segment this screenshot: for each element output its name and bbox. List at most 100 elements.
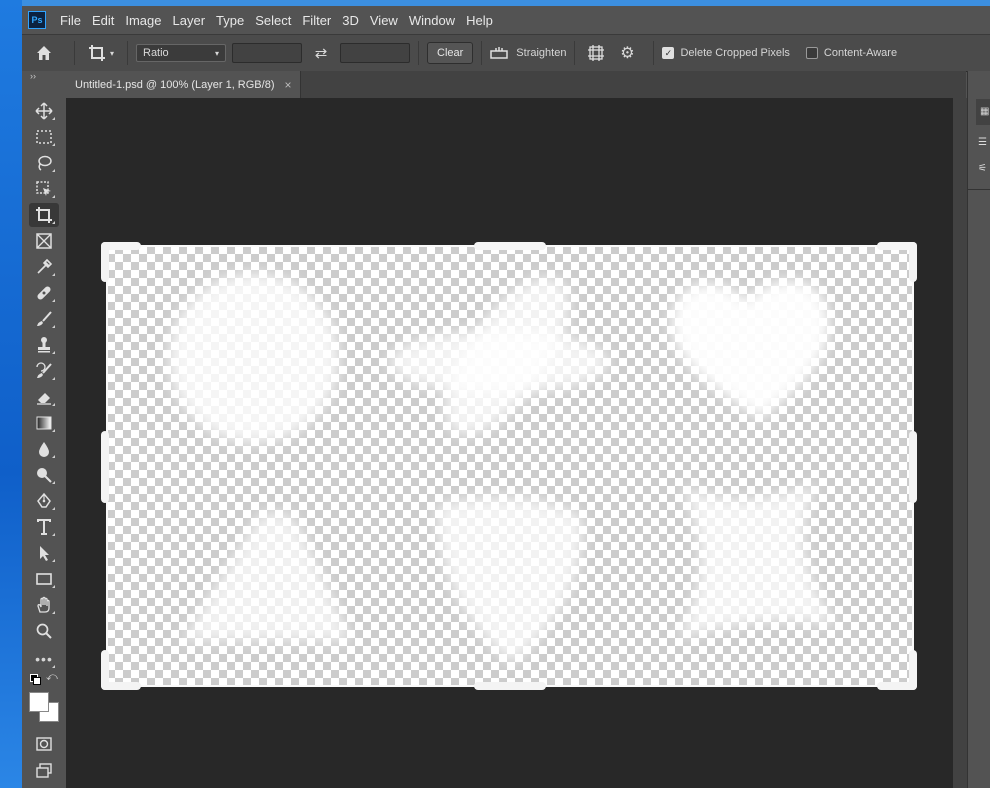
clone-stamp-tool[interactable] bbox=[29, 333, 59, 357]
marquee-icon bbox=[36, 130, 52, 144]
ratio-select-value: Ratio bbox=[143, 47, 169, 59]
crop-handle-bottom[interactable] bbox=[474, 682, 546, 690]
pen-tool[interactable] bbox=[29, 489, 59, 513]
panel-collapse-button[interactable]: ▦ bbox=[976, 99, 990, 125]
default-colors-button[interactable] bbox=[30, 674, 41, 685]
separator bbox=[481, 41, 483, 65]
foreground-color-swatch[interactable] bbox=[29, 692, 49, 712]
home-icon bbox=[37, 46, 51, 60]
photoshop-window: Ps File Edit Image Layer Type Select Fil… bbox=[22, 6, 990, 788]
history-brush-tool[interactable] bbox=[29, 359, 59, 383]
width-field[interactable] bbox=[232, 43, 302, 63]
menu-image[interactable]: Image bbox=[121, 13, 168, 28]
lasso-tool[interactable] bbox=[29, 151, 59, 175]
vertical-scrollbar[interactable] bbox=[953, 98, 967, 788]
menu-view[interactable]: View bbox=[366, 13, 405, 28]
swap-button[interactable]: ⇄ bbox=[302, 44, 340, 62]
crop-handle-top-left-v[interactable] bbox=[101, 242, 109, 282]
crop-preset-button[interactable]: ▾ bbox=[83, 44, 119, 62]
crop-icon bbox=[88, 45, 105, 61]
separator bbox=[968, 189, 990, 190]
grid-icon bbox=[588, 45, 605, 61]
dodge-icon bbox=[37, 468, 52, 483]
path-select-tool[interactable] bbox=[29, 541, 59, 565]
gradient-tool[interactable] bbox=[29, 411, 59, 435]
image-canvas[interactable] bbox=[101, 242, 917, 690]
path-select-icon bbox=[40, 546, 49, 561]
frame-tool[interactable] bbox=[29, 229, 59, 253]
brush-tool[interactable] bbox=[29, 307, 59, 331]
crop-handle-top[interactable] bbox=[474, 242, 546, 250]
gear-icon: ⚙ bbox=[620, 45, 635, 62]
type-tool[interactable] bbox=[29, 515, 59, 539]
ratio-select[interactable]: Ratio ▾ bbox=[136, 44, 226, 62]
straighten-button[interactable]: Straighten bbox=[490, 46, 566, 60]
menu-file[interactable]: File bbox=[56, 13, 88, 28]
rectangle-icon bbox=[36, 573, 52, 585]
properties-icon[interactable]: ☰ bbox=[978, 137, 987, 148]
height-field[interactable] bbox=[340, 43, 410, 63]
marquee-tool[interactable] bbox=[29, 125, 59, 149]
tool-group-indicator bbox=[52, 377, 55, 380]
close-icon[interactable]: × bbox=[284, 78, 291, 92]
crop-handle-right[interactable] bbox=[909, 431, 917, 503]
ps-logo-icon: Ps bbox=[28, 11, 46, 29]
clear-button[interactable]: Clear bbox=[427, 42, 474, 64]
menu-layer[interactable]: Layer bbox=[169, 13, 213, 28]
adjustments-icon[interactable]: ⚟ bbox=[978, 163, 987, 174]
object-select-tool[interactable] bbox=[29, 177, 59, 201]
swap-colors-button[interactable]: ⤺ bbox=[46, 671, 58, 684]
more-icon: ••• bbox=[35, 651, 53, 667]
healing-brush-tool[interactable] bbox=[29, 281, 59, 305]
eyedropper-icon bbox=[37, 258, 53, 274]
tool-group-indicator bbox=[52, 611, 55, 614]
content-aware-checkbox[interactable]: Content-Aware bbox=[805, 47, 897, 59]
checkbox-unchecked-icon bbox=[805, 47, 818, 59]
delete-cropped-checkbox[interactable]: ✓ Delete Cropped Pixels bbox=[662, 47, 790, 59]
crop-tool[interactable] bbox=[29, 203, 59, 227]
history-brush-icon bbox=[36, 362, 52, 378]
dodge-tool[interactable] bbox=[29, 463, 59, 487]
home-button[interactable] bbox=[22, 44, 66, 62]
menu-edit[interactable]: Edit bbox=[88, 13, 121, 28]
menu-select[interactable]: Select bbox=[251, 13, 298, 28]
move-tool[interactable] bbox=[29, 99, 59, 123]
toolbar-collapse-button[interactable]: ›› bbox=[22, 71, 66, 85]
tool-group-indicator bbox=[52, 533, 55, 536]
frame-icon bbox=[36, 233, 52, 249]
clone-stamp-icon bbox=[38, 337, 50, 353]
crop-handle-left[interactable] bbox=[101, 431, 109, 503]
menu-help[interactable]: Help bbox=[462, 13, 500, 28]
zoom-icon bbox=[36, 623, 52, 639]
menu-type[interactable]: Type bbox=[212, 13, 251, 28]
pen-icon bbox=[37, 492, 51, 508]
hand-icon bbox=[37, 596, 50, 613]
crop-handle-bottom-right-v[interactable] bbox=[909, 650, 917, 690]
menu-bar: Ps File Edit Image Layer Type Select Fil… bbox=[22, 6, 990, 34]
screen-mode-button[interactable] bbox=[29, 758, 59, 782]
tool-group-indicator bbox=[52, 507, 55, 510]
quick-mask-button[interactable] bbox=[29, 732, 59, 756]
crop-handle-top-right-v[interactable] bbox=[909, 242, 917, 282]
document-tab[interactable]: Untitled-1.psd @ 100% (Layer 1, RGB/8) × bbox=[66, 71, 301, 98]
zoom-tool[interactable] bbox=[29, 619, 59, 643]
more-tools-button[interactable]: ••• bbox=[29, 647, 59, 671]
menu-filter[interactable]: Filter bbox=[298, 13, 338, 28]
blur-tool[interactable] bbox=[29, 437, 59, 461]
tool-group-indicator bbox=[52, 299, 55, 302]
eyedropper-tool[interactable] bbox=[29, 255, 59, 279]
overlay-options-button[interactable] bbox=[583, 44, 609, 62]
crop-settings-button[interactable]: ⚙ bbox=[609, 43, 645, 63]
eraser-tool[interactable] bbox=[29, 385, 59, 409]
menu-window[interactable]: Window bbox=[405, 13, 462, 28]
straighten-label: Straighten bbox=[516, 47, 567, 59]
hand-tool[interactable] bbox=[29, 593, 59, 617]
crop-handle-bottom-left[interactable] bbox=[101, 682, 141, 690]
gradient-icon bbox=[36, 416, 52, 430]
right-panel-strip: ▦ ☰ ⚟ bbox=[967, 71, 990, 788]
default-bg-swatch bbox=[33, 677, 41, 685]
rectangle-tool[interactable] bbox=[29, 567, 59, 591]
separator bbox=[653, 41, 655, 65]
level-icon bbox=[490, 47, 509, 59]
menu-3d[interactable]: 3D bbox=[338, 13, 366, 28]
